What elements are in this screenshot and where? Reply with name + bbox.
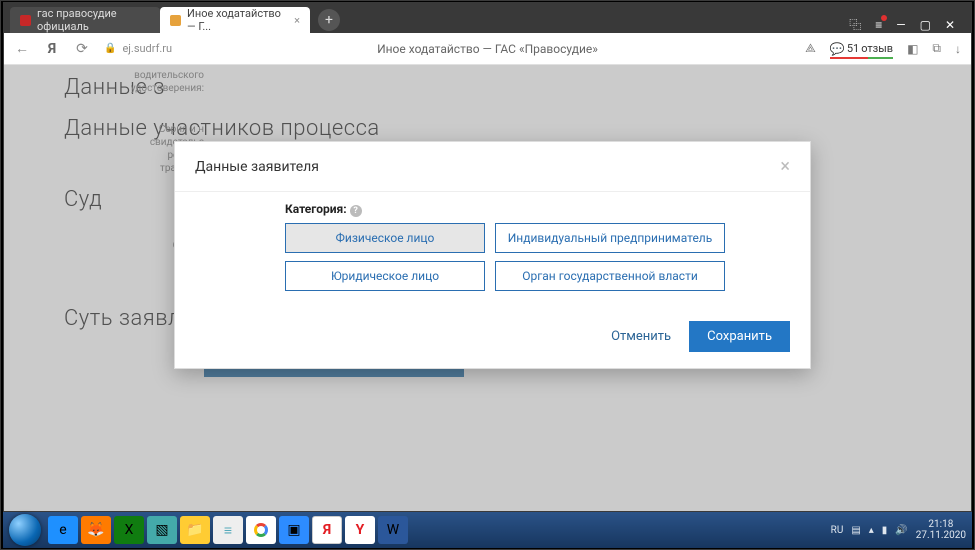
category-government-button[interactable]: Орган государственной власти (495, 261, 725, 291)
lock-icon: 🔒 (104, 43, 116, 54)
taskbar-app-icon[interactable]: ▧ (147, 516, 177, 544)
tab-label: Иное ходатайство — Г... (187, 7, 284, 33)
yandex-home-icon[interactable]: Я (44, 41, 60, 57)
taskbar-yandex2-icon[interactable]: Y (345, 516, 375, 544)
taskbar-ie-icon[interactable]: e (48, 516, 78, 544)
window-controls: ⿻ ≡ — ▢ ✕ (839, 16, 965, 33)
browser-window: гас правосудие официаль Иное ходатайство… (3, 2, 972, 512)
review-word: отзыв (861, 42, 893, 55)
close-window-icon[interactable]: ✕ (945, 18, 955, 32)
taskbar-zoom-icon[interactable]: ▣ (279, 516, 309, 544)
taskbar-yandex-icon[interactable]: Я (312, 516, 342, 544)
tab-label: гас правосудие официаль (37, 7, 150, 33)
browser-tab-1[interactable]: гас правосудие официаль (10, 7, 160, 33)
category-individual-button[interactable]: Физическое лицо (285, 223, 485, 253)
taskbar-notepad-icon[interactable]: ≡ (213, 516, 243, 544)
applicant-modal: Данные заявителя × Категория:? Физическо… (174, 141, 811, 369)
tray-time: 21:18 (916, 519, 966, 530)
translate-icon[interactable]: ⟁ (805, 41, 816, 56)
category-entrepreneur-button[interactable]: Индивидуальный предприниматель (495, 223, 725, 253)
new-tab-button[interactable]: + (318, 9, 340, 31)
windows-taskbar: e 🦊 X ▧ 📁 ≡ ▣ Я Y W RU ▤ ▴ ▮ 🔊 21:18 27.… (3, 512, 972, 548)
extension-icon[interactable]: ⧉ (932, 41, 941, 56)
system-tray: RU ▤ ▴ ▮ 🔊 21:18 27.11.2020 (831, 519, 966, 541)
category-label: Категория:? (285, 202, 770, 217)
taskbar-word-icon[interactable]: W (378, 516, 408, 544)
tray-language[interactable]: RU (831, 525, 844, 536)
taskbar-explorer-icon[interactable]: 📁 (180, 516, 210, 544)
tray-date: 27.11.2020 (916, 530, 966, 541)
copy-window-icon[interactable]: ⿻ (849, 16, 861, 33)
favicon-icon (170, 15, 181, 26)
taskbar-chrome-icon[interactable] (246, 516, 276, 544)
review-count: 51 (847, 42, 859, 55)
modal-title: Данные заявителя (195, 159, 319, 175)
reviews-badge[interactable]: 💬 51 отзыв (830, 42, 893, 56)
cancel-button[interactable]: Отменить (611, 329, 671, 344)
taskbar-excel-icon[interactable]: X (114, 516, 144, 544)
page-viewport: водительского удостоверения: Серия и н с… (4, 65, 971, 511)
browser-tab-2-active[interactable]: Иное ходатайство — Г... × (160, 7, 310, 33)
help-icon[interactable]: ? (350, 205, 362, 217)
nav-back-icon[interactable]: ← (14, 40, 30, 57)
browser-menu-icon[interactable]: ≡ (875, 18, 882, 32)
maximize-icon[interactable]: ▢ (920, 18, 931, 32)
category-label-text: Категория: (285, 202, 347, 216)
category-legal-button[interactable]: Юридическое лицо (285, 261, 485, 291)
url-field[interactable]: 🔒 ej.sudrf.ru (104, 42, 172, 55)
tray-sound-icon[interactable]: 🔊 (895, 525, 907, 536)
taskbar-firefox-icon[interactable]: 🦊 (81, 516, 111, 544)
favicon-icon (20, 15, 31, 26)
minimize-icon[interactable]: — (896, 18, 905, 32)
browser-tab-bar: гас правосудие официаль Иное ходатайство… (4, 3, 971, 33)
start-orb[interactable] (9, 514, 41, 546)
download-icon[interactable]: ↓ (955, 42, 961, 56)
close-tab-icon[interactable]: × (294, 14, 300, 27)
tray-network-icon[interactable]: ▮ (882, 525, 888, 536)
save-button[interactable]: Сохранить (689, 321, 790, 352)
reload-icon[interactable]: ⟳ (74, 41, 90, 57)
speech-icon: 💬 (830, 42, 845, 56)
tray-chevron-icon[interactable]: ▴ (869, 525, 874, 536)
address-bar: ← Я ⟳ 🔒 ej.sudrf.ru Иное ходатайство — Г… (4, 33, 971, 65)
tray-clock[interactable]: 21:18 27.11.2020 (916, 519, 966, 541)
url-text: ej.sudrf.ru (122, 42, 172, 55)
tray-flag-icon[interactable]: ▤ (851, 525, 860, 536)
category-grid: Физическое лицо Индивидуальный предприни… (285, 223, 770, 291)
modal-close-icon[interactable]: × (780, 156, 790, 177)
bookmark-icon[interactable]: ◧ (907, 42, 918, 56)
